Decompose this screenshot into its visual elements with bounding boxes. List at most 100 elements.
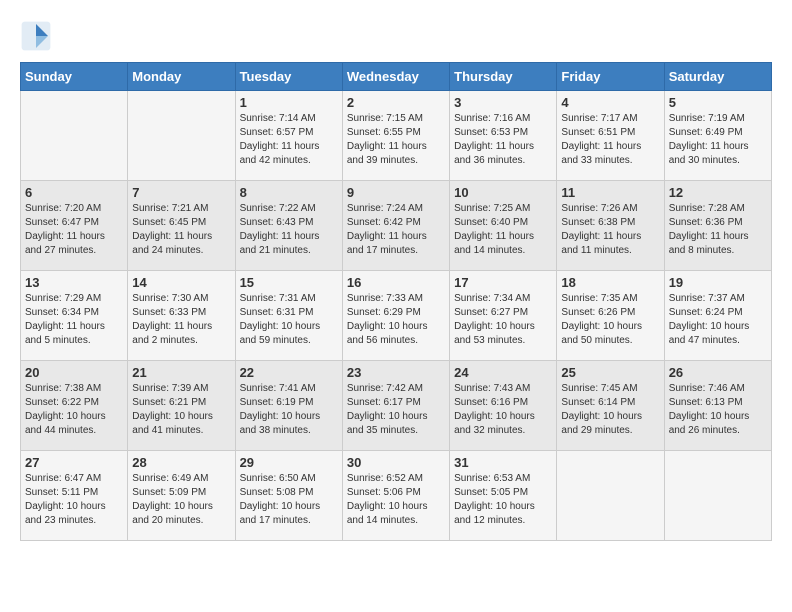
calendar-cell: 9 Sunrise: 7:24 AM Sunset: 6:42 PM Daylig… — [342, 181, 449, 271]
day-header-monday: Monday — [128, 63, 235, 91]
day-number: 25 — [561, 365, 659, 380]
day-number: 18 — [561, 275, 659, 290]
day-number: 16 — [347, 275, 445, 290]
day-info: Sunrise: 7:26 AM Sunset: 6:38 PM Dayligh… — [561, 202, 659, 258]
day-number: 17 — [454, 275, 552, 290]
day-info: Sunrise: 7:31 AM Sunset: 6:31 PM Dayligh… — [240, 292, 338, 348]
day-number: 28 — [132, 455, 230, 470]
day-info: Sunrise: 7:28 AM Sunset: 6:36 PM Dayligh… — [669, 202, 767, 258]
day-info: Sunrise: 7:29 AM Sunset: 6:34 PM Dayligh… — [25, 292, 123, 348]
day-info: Sunrise: 7:21 AM Sunset: 6:45 PM Dayligh… — [132, 202, 230, 258]
day-number: 12 — [669, 185, 767, 200]
day-info: Sunrise: 7:30 AM Sunset: 6:33 PM Dayligh… — [132, 292, 230, 348]
calendar-cell: 14 Sunrise: 7:30 AM Sunset: 6:33 PM Dayli… — [128, 271, 235, 361]
day-number: 3 — [454, 95, 552, 110]
calendar-cell: 2Sunrise: 7:15 AM Sunset: 6:55 PM Daylig… — [342, 91, 449, 181]
day-info: Sunrise: 7:33 AM Sunset: 6:29 PM Dayligh… — [347, 292, 445, 348]
logo — [20, 20, 56, 52]
day-number: 8 — [240, 185, 338, 200]
calendar-cell: 1 Sunrise: 7:14 AM Sunset: 6:57 PM Daylig… — [235, 91, 342, 181]
day-info: Sunrise: 7:15 AM Sunset: 6:55 PM Dayligh… — [347, 112, 445, 168]
day-number: 20 — [25, 365, 123, 380]
day-number: 4 — [561, 95, 659, 110]
day-number: 9 — [347, 185, 445, 200]
day-info: Sunrise: 7:22 AM Sunset: 6:43 PM Dayligh… — [240, 202, 338, 258]
calendar-cell: 17 Sunrise: 7:34 AM Sunset: 6:27 PM Dayli… — [450, 271, 557, 361]
calendar-cell: 24Sunrise: 7:43 AM Sunset: 6:16 PM Dayli… — [450, 361, 557, 451]
calendar-cell: 19 Sunrise: 7:37 AM Sunset: 6:24 PM Dayli… — [664, 271, 771, 361]
day-info: Sunrise: 7:42 AM Sunset: 6:17 PM Dayligh… — [347, 382, 445, 438]
day-info: Sunrise: 7:14 AM Sunset: 6:57 PM Dayligh… — [240, 112, 338, 168]
calendar-cell: 27Sunrise: 6:47 AM Sunset: 5:11 PM Dayli… — [21, 451, 128, 541]
day-number: 29 — [240, 455, 338, 470]
day-number: 21 — [132, 365, 230, 380]
day-number: 22 — [240, 365, 338, 380]
page-header — [20, 20, 772, 52]
day-info: Sunrise: 7:39 AM Sunset: 6:21 PM Dayligh… — [132, 382, 230, 438]
calendar-cell: 31Sunrise: 6:53 AM Sunset: 5:05 PM Dayli… — [450, 451, 557, 541]
week-row-5: 27Sunrise: 6:47 AM Sunset: 5:11 PM Dayli… — [21, 451, 772, 541]
week-row-3: 13 Sunrise: 7:29 AM Sunset: 6:34 PM Dayli… — [21, 271, 772, 361]
calendar-cell — [128, 91, 235, 181]
day-number: 6 — [25, 185, 123, 200]
calendar-cell: 25 Sunrise: 7:45 AM Sunset: 6:14 PM Dayli… — [557, 361, 664, 451]
day-info: Sunrise: 7:37 AM Sunset: 6:24 PM Dayligh… — [669, 292, 767, 348]
calendar-cell: 12 Sunrise: 7:28 AM Sunset: 6:36 PM Dayli… — [664, 181, 771, 271]
calendar-cell: 5 Sunrise: 7:19 AM Sunset: 6:49 PM Daylig… — [664, 91, 771, 181]
day-number: 13 — [25, 275, 123, 290]
calendar-cell: 23 Sunrise: 7:42 AM Sunset: 6:17 PM Dayli… — [342, 361, 449, 451]
day-number: 1 — [240, 95, 338, 110]
calendar-cell: 11 Sunrise: 7:26 AM Sunset: 6:38 PM Dayli… — [557, 181, 664, 271]
day-number: 19 — [669, 275, 767, 290]
day-number: 5 — [669, 95, 767, 110]
day-info: Sunrise: 7:38 AM Sunset: 6:22 PM Dayligh… — [25, 382, 123, 438]
day-info: Sunrise: 7:46 AM Sunset: 6:13 PM Dayligh… — [669, 382, 767, 438]
calendar-cell: 20 Sunrise: 7:38 AM Sunset: 6:22 PM Dayli… — [21, 361, 128, 451]
day-info: Sunrise: 7:34 AM Sunset: 6:27 PM Dayligh… — [454, 292, 552, 348]
week-row-4: 20 Sunrise: 7:38 AM Sunset: 6:22 PM Dayli… — [21, 361, 772, 451]
calendar-cell: 22 Sunrise: 7:41 AM Sunset: 6:19 PM Dayli… — [235, 361, 342, 451]
day-number: 31 — [454, 455, 552, 470]
day-info: Sunrise: 7:19 AM Sunset: 6:49 PM Dayligh… — [669, 112, 767, 168]
calendar-cell: 4 Sunrise: 7:17 AM Sunset: 6:51 PM Daylig… — [557, 91, 664, 181]
calendar-cell: 7 Sunrise: 7:21 AM Sunset: 6:45 PM Daylig… — [128, 181, 235, 271]
day-number: 7 — [132, 185, 230, 200]
day-info: Sunrise: 7:45 AM Sunset: 6:14 PM Dayligh… — [561, 382, 659, 438]
calendar-cell: 8 Sunrise: 7:22 AM Sunset: 6:43 PM Daylig… — [235, 181, 342, 271]
day-info: Sunrise: 7:43 AM Sunset: 6:16 PM Dayligh… — [454, 382, 552, 438]
day-info: Sunrise: 6:52 AM Sunset: 5:06 PM Dayligh… — [347, 472, 445, 528]
day-info: Sunrise: 7:24 AM Sunset: 6:42 PM Dayligh… — [347, 202, 445, 258]
calendar-cell: 15 Sunrise: 7:31 AM Sunset: 6:31 PM Dayli… — [235, 271, 342, 361]
day-info: Sunrise: 7:20 AM Sunset: 6:47 PM Dayligh… — [25, 202, 123, 258]
day-number: 23 — [347, 365, 445, 380]
day-header-sunday: Sunday — [21, 63, 128, 91]
calendar-cell: 10Sunrise: 7:25 AM Sunset: 6:40 PM Dayli… — [450, 181, 557, 271]
calendar-cell — [21, 91, 128, 181]
day-info: Sunrise: 7:35 AM Sunset: 6:26 PM Dayligh… — [561, 292, 659, 348]
day-info: Sunrise: 7:25 AM Sunset: 6:40 PM Dayligh… — [454, 202, 552, 258]
calendar-cell: 26Sunrise: 7:46 AM Sunset: 6:13 PM Dayli… — [664, 361, 771, 451]
day-header-thursday: Thursday — [450, 63, 557, 91]
day-header-friday: Friday — [557, 63, 664, 91]
header-row: SundayMondayTuesdayWednesdayThursdayFrid… — [21, 63, 772, 91]
calendar-cell — [664, 451, 771, 541]
calendar-cell — [557, 451, 664, 541]
calendar-cell: 16 Sunrise: 7:33 AM Sunset: 6:29 PM Dayli… — [342, 271, 449, 361]
day-number: 14 — [132, 275, 230, 290]
calendar-cell: 18 Sunrise: 7:35 AM Sunset: 6:26 PM Dayli… — [557, 271, 664, 361]
calendar-cell: 6 Sunrise: 7:20 AM Sunset: 6:47 PM Daylig… — [21, 181, 128, 271]
logo-icon — [20, 20, 52, 52]
day-number: 15 — [240, 275, 338, 290]
day-header-tuesday: Tuesday — [235, 63, 342, 91]
calendar-cell: 21 Sunrise: 7:39 AM Sunset: 6:21 PM Dayli… — [128, 361, 235, 451]
day-info: Sunrise: 6:47 AM Sunset: 5:11 PM Dayligh… — [25, 472, 123, 528]
calendar-table: SundayMondayTuesdayWednesdayThursdayFrid… — [20, 62, 772, 541]
calendar-cell: 3Sunrise: 7:16 AM Sunset: 6:53 PM Daylig… — [450, 91, 557, 181]
day-header-saturday: Saturday — [664, 63, 771, 91]
week-row-1: 1 Sunrise: 7:14 AM Sunset: 6:57 PM Daylig… — [21, 91, 772, 181]
day-info: Sunrise: 7:17 AM Sunset: 6:51 PM Dayligh… — [561, 112, 659, 168]
day-info: Sunrise: 7:41 AM Sunset: 6:19 PM Dayligh… — [240, 382, 338, 438]
day-info: Sunrise: 6:49 AM Sunset: 5:09 PM Dayligh… — [132, 472, 230, 528]
day-number: 11 — [561, 185, 659, 200]
week-row-2: 6 Sunrise: 7:20 AM Sunset: 6:47 PM Daylig… — [21, 181, 772, 271]
